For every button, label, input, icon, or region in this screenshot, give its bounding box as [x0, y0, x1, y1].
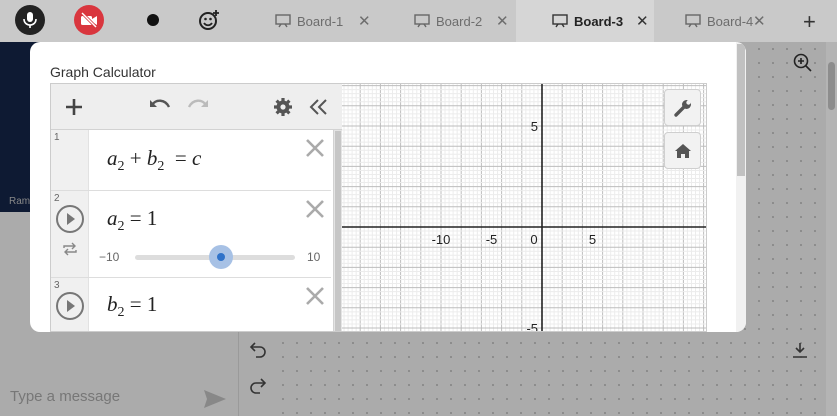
- expression-gutter: 2: [51, 191, 89, 277]
- expression-math[interactable]: a2 = 1: [107, 206, 157, 235]
- expression-gutter: 1: [51, 130, 89, 190]
- home-button[interactable]: [664, 132, 701, 169]
- expression-scrollbar[interactable]: [333, 130, 342, 331]
- board-icon: [275, 14, 291, 28]
- play-button[interactable]: [56, 292, 84, 320]
- add-board-icon[interactable]: +: [803, 9, 816, 35]
- graph-paper[interactable]: -10 -5 0 5 5 -5: [342, 84, 707, 332]
- tab-label: Board-4: [707, 13, 754, 29]
- redo-icon[interactable]: [249, 376, 267, 394]
- close-icon[interactable]: ✕: [496, 12, 509, 30]
- loop-icon[interactable]: [62, 242, 78, 256]
- camera-button[interactable]: [74, 5, 104, 35]
- modal-scrollbar[interactable]: [736, 42, 746, 332]
- graph-plot[interactable]: -10 -5 0 5 5 -5: [342, 84, 707, 332]
- expression-panel: 1 a2 + b2 = c 2 a2 = 1 −10 10 3 b2 = 1: [51, 84, 342, 331]
- play-icon: [67, 300, 75, 312]
- scrollbar-thumb[interactable]: [737, 44, 745, 176]
- page-scrollbar[interactable]: [826, 42, 837, 416]
- board-icon: [685, 14, 701, 28]
- graph-calculator-modal: Graph Calculator 1 a2 + b2 = c 2 a2 = 1 …: [30, 42, 746, 332]
- tick-label: -5: [486, 232, 498, 247]
- undo-icon[interactable]: [149, 97, 171, 115]
- expression-toolbar: [51, 84, 342, 130]
- slider-min[interactable]: −10: [99, 250, 119, 264]
- play-icon: [67, 213, 75, 225]
- download-icon[interactable]: [791, 341, 809, 359]
- expression-gutter: 3: [51, 278, 89, 331]
- tab-label: Board-1: [297, 13, 344, 29]
- board-icon: [414, 14, 430, 28]
- tick-label: 0: [530, 232, 537, 247]
- expression-row[interactable]: 3 b2 = 1: [51, 278, 331, 331]
- record-button[interactable]: [138, 5, 168, 35]
- slider-dot: [217, 253, 225, 261]
- zoom-in-icon[interactable]: [793, 53, 812, 72]
- expression-number: 3: [54, 280, 60, 291]
- close-icon[interactable]: ✕: [358, 12, 371, 30]
- tick-label: -5: [526, 321, 538, 332]
- chat-input[interactable]: Type a message: [10, 388, 120, 405]
- tab-board-3[interactable]: Board-3 ✕: [516, 0, 654, 42]
- expression-number: 1: [54, 132, 60, 143]
- home-icon: [674, 143, 691, 158]
- expression-math[interactable]: b2 = 1: [107, 292, 157, 321]
- modal-title: Graph Calculator: [50, 64, 156, 80]
- expression-row[interactable]: 2 a2 = 1 −10 10: [51, 191, 331, 278]
- emoji-button[interactable]: [194, 5, 224, 35]
- send-icon[interactable]: [203, 389, 227, 409]
- undo-icon[interactable]: [249, 340, 267, 358]
- tab-board-4[interactable]: Board-4 ✕: [654, 0, 766, 42]
- record-icon: [147, 14, 159, 26]
- expression-math[interactable]: a2 + b2 = c: [107, 146, 201, 175]
- close-icon[interactable]: ✕: [636, 12, 649, 30]
- wrench-icon: [673, 99, 691, 117]
- scrollbar-thumb[interactable]: [828, 62, 835, 110]
- close-icon[interactable]: ✕: [753, 12, 766, 30]
- slider-knob[interactable]: [209, 245, 233, 269]
- mic-button[interactable]: [15, 5, 45, 35]
- expression-list: 1 a2 + b2 = c 2 a2 = 1 −10 10 3 b2 = 1: [51, 130, 333, 331]
- close-icon[interactable]: [305, 199, 325, 219]
- tab-label: Board-2: [436, 13, 483, 29]
- plus-icon[interactable]: [65, 98, 83, 116]
- emoji-icon: [199, 10, 219, 30]
- tab-label: Board-3: [574, 13, 624, 29]
- tick-label: -10: [432, 232, 451, 247]
- close-icon[interactable]: [305, 286, 325, 306]
- video-off-icon: [80, 12, 98, 28]
- tab-board-2[interactable]: Board-2 ✕: [378, 0, 516, 42]
- expression-number: 2: [54, 193, 60, 204]
- mic-icon: [23, 12, 37, 28]
- chat-input-bar: Type a message: [0, 376, 238, 416]
- collapse-icon[interactable]: [309, 98, 329, 116]
- slider-max[interactable]: 10: [307, 250, 320, 264]
- board-icon: [552, 14, 568, 28]
- gear-icon[interactable]: [273, 97, 293, 117]
- top-bar: Board-1 ✕ Board-2 ✕ Board-3 ✕ Board-4 ✕ …: [0, 0, 837, 42]
- close-icon[interactable]: [305, 138, 325, 158]
- graph-settings-button[interactable]: [664, 89, 701, 126]
- board-tabs: Board-1 ✕ Board-2 ✕ Board-3 ✕ Board-4 ✕: [240, 0, 766, 42]
- tick-label: 5: [589, 232, 596, 247]
- play-button[interactable]: [56, 205, 84, 233]
- tab-board-1[interactable]: Board-1 ✕: [240, 0, 378, 42]
- expression-row[interactable]: 1 a2 + b2 = c: [51, 130, 331, 191]
- participant-name: Ram: [9, 196, 31, 207]
- tick-label: 5: [531, 119, 538, 134]
- calculator: 1 a2 + b2 = c 2 a2 = 1 −10 10 3 b2 = 1 -…: [50, 83, 707, 332]
- scrollbar-thumb[interactable]: [335, 131, 341, 331]
- redo-icon[interactable]: [187, 97, 209, 115]
